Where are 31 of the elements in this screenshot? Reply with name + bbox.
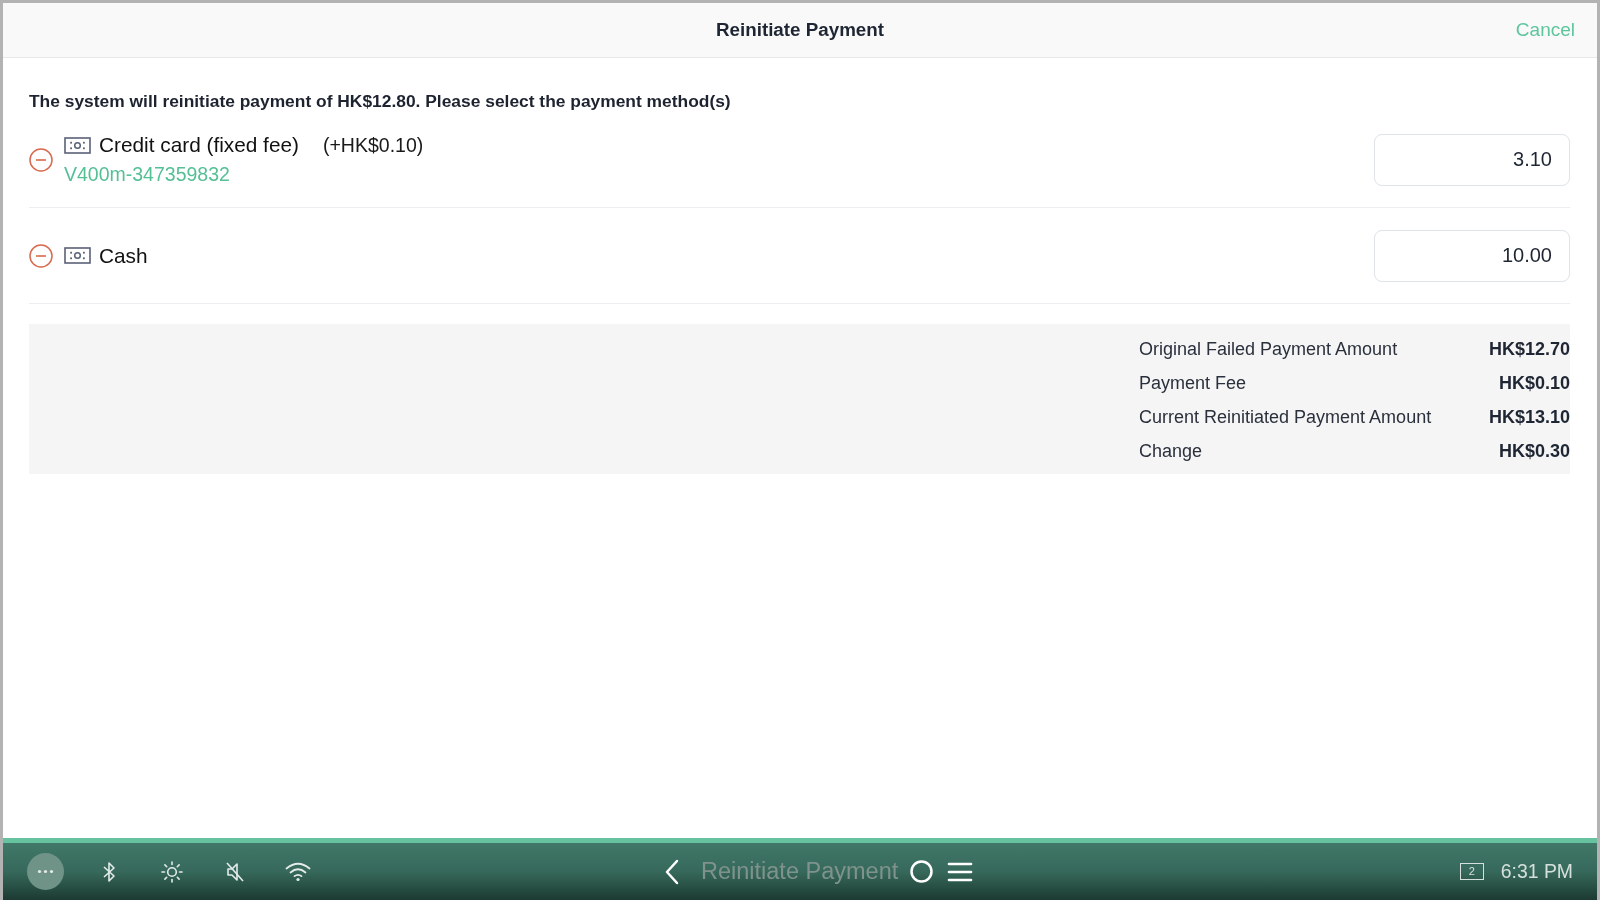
more-icon[interactable]: [27, 853, 64, 890]
payment-method-name: Credit card (fixed fee): [99, 133, 299, 157]
notification-count[interactable]: 2: [1459, 863, 1484, 880]
banknote-icon: [64, 136, 91, 154]
bluetooth-icon[interactable]: [101, 860, 116, 883]
back-icon[interactable]: [664, 858, 680, 885]
summary-value: HK$0.30: [1498, 440, 1570, 463]
summary-label: Payment Fee: [1139, 372, 1247, 395]
app-title: Reinitiate Payment: [701, 858, 899, 885]
amount-field[interactable]: 10.00: [1374, 229, 1570, 282]
mute-icon[interactable]: [224, 860, 245, 883]
summary-label: Change: [1139, 440, 1203, 463]
wifi-icon[interactable]: [284, 861, 311, 882]
summary-value: HK$0.10: [1498, 372, 1570, 395]
payment-fee-text: (+HK$0.10): [322, 133, 424, 157]
instruction-text: The system will reinitiate payment of HK$12.80. Please select the payment method(s): [29, 90, 731, 112]
amount-field[interactable]: 3.10: [1374, 133, 1570, 186]
clock-time: 6:31 PM: [1500, 860, 1573, 883]
menu-icon[interactable]: [947, 860, 974, 883]
summary-value: HK$13.10: [1488, 406, 1570, 429]
home-icon[interactable]: [910, 860, 934, 883]
banknote-icon: [64, 247, 91, 264]
window-title: Reinitiate Payment: [715, 19, 884, 41]
terminal-id-text: V400m-347359832: [64, 163, 230, 186]
summary-value: HK$12.70: [1488, 338, 1570, 361]
payment-method-name: Cash: [99, 243, 148, 268]
summary-label: Original Failed Payment Amount: [1139, 338, 1398, 361]
remove-icon[interactable]: [29, 243, 53, 268]
remove-icon[interactable]: [29, 147, 53, 172]
summary-label: Current Reinitiated Payment Amount: [1139, 406, 1432, 429]
brightness-icon[interactable]: [160, 860, 183, 883]
